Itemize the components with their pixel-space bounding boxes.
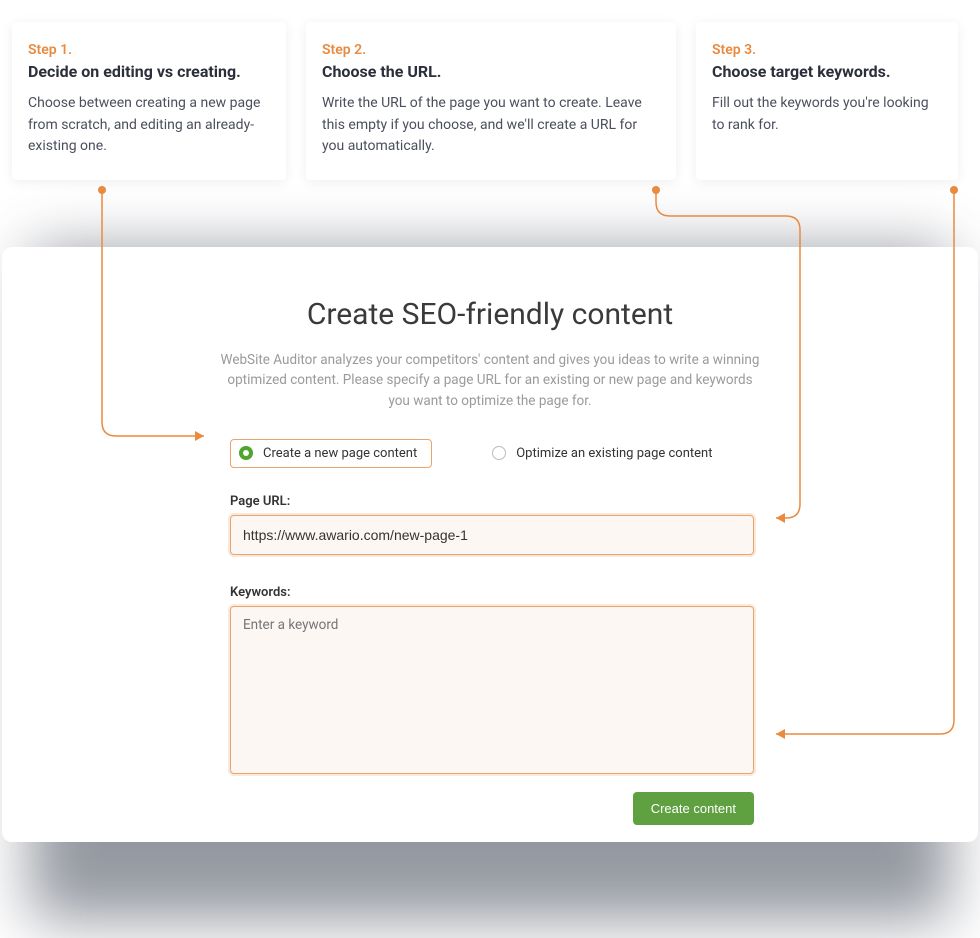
main-panel: Create SEO-friendly content WebSite Audi… xyxy=(2,247,978,842)
step-number: Step 3. xyxy=(712,42,942,58)
page-description: WebSite Auditor analyzes your competitor… xyxy=(220,350,760,411)
step-description: Write the URL of the page you want to cr… xyxy=(322,93,660,158)
step-number: Step 2. xyxy=(322,42,660,58)
step-card-1: Step 1. Decide on editing vs creating. C… xyxy=(12,22,286,180)
step-card-3: Step 3. Choose target keywords. Fill out… xyxy=(696,22,958,180)
step-title: Choose target keywords. xyxy=(712,62,942,81)
radio-create-new[interactable]: Create a new page content xyxy=(230,439,432,468)
step-title: Choose the URL. xyxy=(322,62,660,81)
keywords-field-block: Keywords: Create content xyxy=(230,585,750,825)
page-title: Create SEO-friendly content xyxy=(2,297,978,332)
radio-icon xyxy=(492,446,506,460)
radio-icon xyxy=(239,446,253,460)
step-card-2: Step 2. Choose the URL. Write the URL of… xyxy=(306,22,676,180)
keywords-input[interactable] xyxy=(230,606,754,774)
url-label: Page URL: xyxy=(230,494,750,509)
create-content-button[interactable]: Create content xyxy=(633,792,754,825)
radio-label: Create a new page content xyxy=(263,446,417,461)
radio-optimize-existing[interactable]: Optimize an existing page content xyxy=(492,439,712,468)
step-description: Fill out the keywords you're looking to … xyxy=(712,93,942,136)
url-field-block: Page URL: xyxy=(230,494,750,555)
step-number: Step 1. xyxy=(28,42,270,58)
mode-radio-group: Create a new page content Optimize an ex… xyxy=(230,439,978,468)
step-description: Choose between creating a new page from … xyxy=(28,93,270,158)
radio-label: Optimize an existing page content xyxy=(516,446,712,461)
keywords-label: Keywords: xyxy=(230,585,750,600)
page-url-input[interactable] xyxy=(230,515,754,555)
step-title: Decide on editing vs creating. xyxy=(28,62,270,81)
